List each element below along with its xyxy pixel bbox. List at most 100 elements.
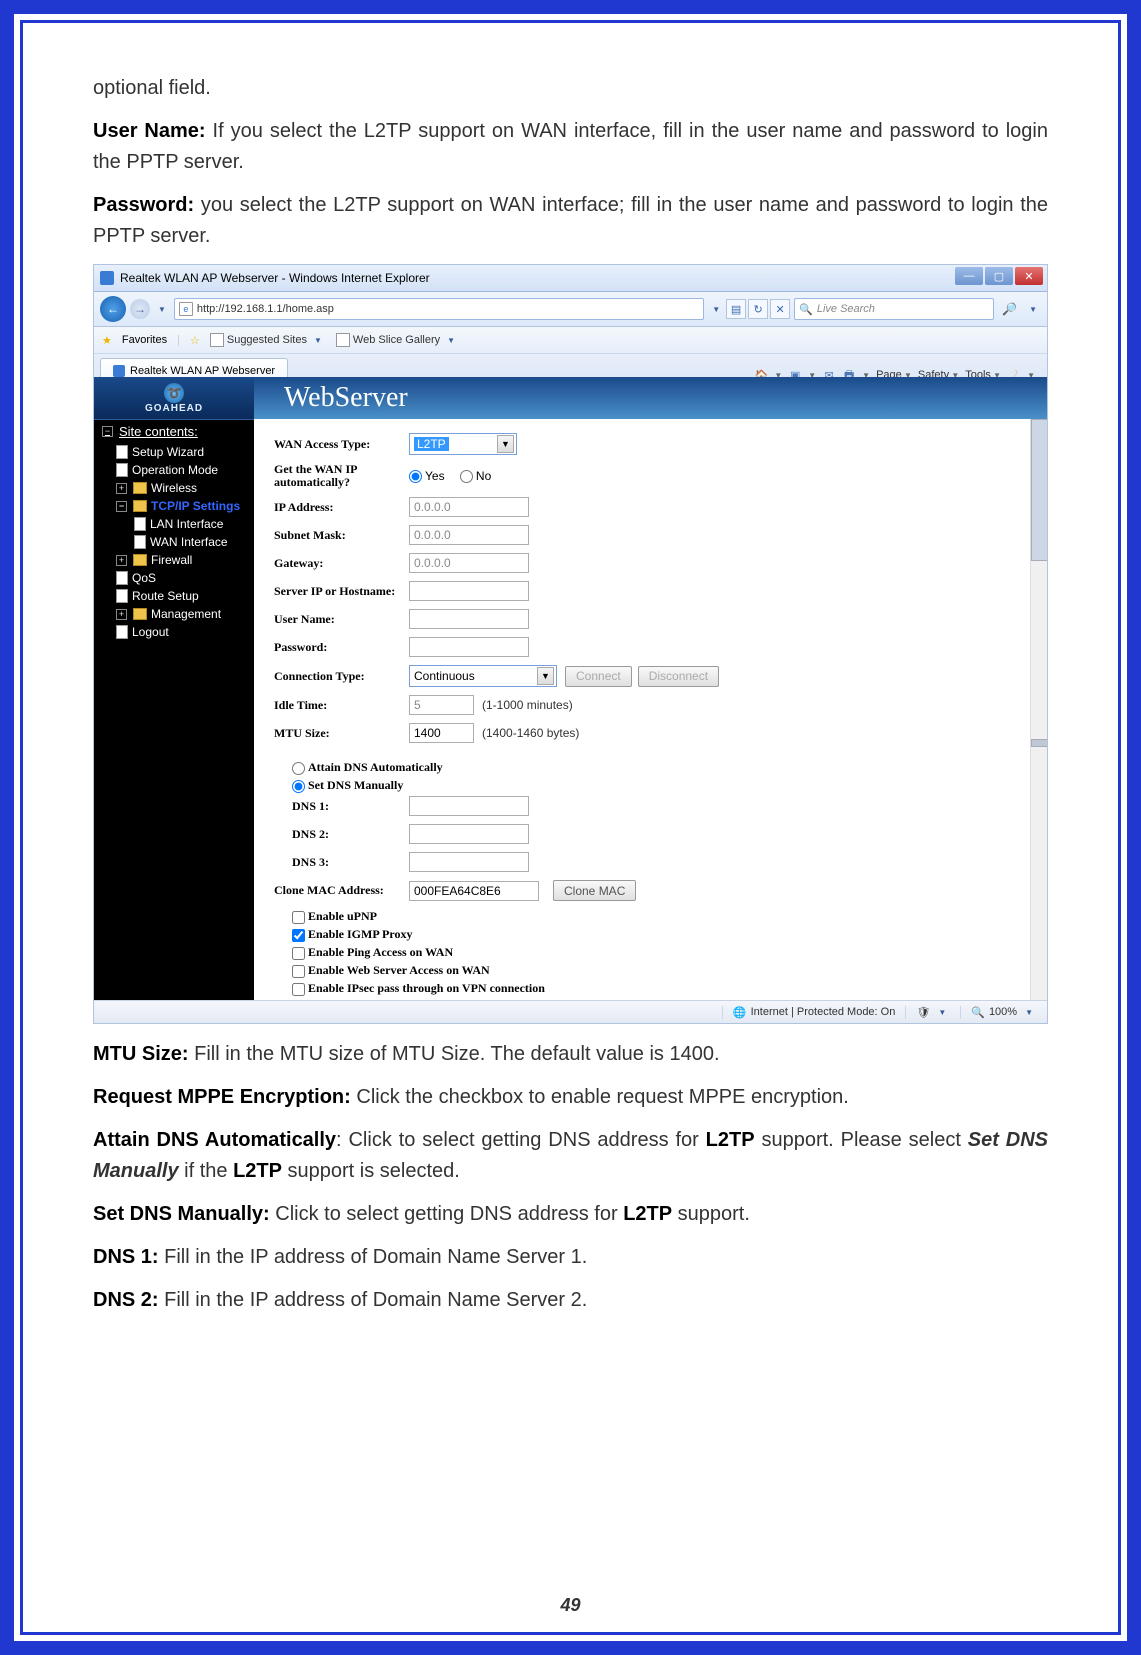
page-content: ➰ GOAHEAD − Site contents: Setup Wizard … bbox=[94, 377, 1047, 1001]
search-provider-dropdown[interactable]: ▼ bbox=[1025, 305, 1041, 314]
addr-dropdown[interactable]: ▼ bbox=[708, 305, 724, 314]
search-go-icon[interactable]: 🔎 bbox=[998, 302, 1021, 316]
address-bar: ← → ▼ e http://192.168.1.1/home.asp ▼ ▤ … bbox=[94, 292, 1047, 327]
dns3-input[interactable] bbox=[409, 852, 529, 872]
history-dropdown[interactable]: ▼ bbox=[154, 305, 170, 314]
clone-mac-button[interactable]: Clone MAC bbox=[553, 880, 636, 901]
sidebar-item-qos[interactable]: QoS bbox=[94, 569, 254, 587]
refresh-button[interactable]: ↻ bbox=[748, 299, 768, 319]
suggested-sites-link[interactable]: Suggested Sites ▼ bbox=[210, 333, 326, 347]
label: User Name: bbox=[274, 612, 409, 627]
stop-button[interactable]: ✕ bbox=[770, 299, 790, 319]
chk-ping[interactable]: Enable Ping Access on WAN bbox=[292, 945, 453, 959]
sidebar-item-wan[interactable]: WAN Interface bbox=[94, 533, 254, 551]
ip-address-input[interactable] bbox=[409, 497, 529, 517]
favorites-star-icon[interactable]: ★ bbox=[102, 334, 112, 347]
label: IP Address: bbox=[274, 500, 409, 515]
favorites-label[interactable]: Favorites bbox=[122, 334, 167, 346]
label: MTU Size: bbox=[274, 726, 409, 741]
sidebar-item-logout[interactable]: Logout bbox=[94, 623, 254, 641]
close-button[interactable]: ✕ bbox=[1015, 267, 1043, 285]
tree-toggle-icon[interactable]: + bbox=[116, 483, 127, 494]
radio-dns-auto[interactable]: Attain DNS Automatically bbox=[292, 760, 443, 774]
file-icon bbox=[116, 463, 128, 477]
sidebar-item-operation-mode[interactable]: Operation Mode bbox=[94, 461, 254, 479]
tab-favicon bbox=[113, 365, 125, 377]
minimize-button[interactable]: — bbox=[955, 267, 983, 285]
hint: (1400-1460 bytes) bbox=[482, 726, 579, 740]
password-input[interactable] bbox=[409, 637, 529, 657]
sidebar-item-lan[interactable]: LAN Interface bbox=[94, 515, 254, 533]
sidebar-item-management[interactable]: +Management bbox=[94, 605, 254, 623]
label: Gateway: bbox=[274, 556, 409, 571]
status-bar: 🌐 Internet | Protected Mode: On 🛡▼ 🔍 100… bbox=[94, 1000, 1047, 1023]
wan-access-type-select[interactable]: L2TP ▼ bbox=[409, 433, 517, 455]
file-icon bbox=[116, 625, 128, 639]
forward-button[interactable]: → bbox=[130, 299, 150, 319]
zoom-icon: 🔍 bbox=[971, 1006, 985, 1019]
label: Password: bbox=[274, 640, 409, 655]
radio-dns-manual[interactable]: Set DNS Manually bbox=[292, 778, 403, 792]
label-attain-dns: Attain DNS Automatically bbox=[93, 1129, 336, 1151]
label: Idle Time: bbox=[274, 698, 409, 713]
add-favorite-icon[interactable]: ☆ bbox=[190, 334, 200, 347]
radio-yes[interactable]: Yes bbox=[409, 469, 445, 483]
file-icon bbox=[116, 589, 128, 603]
text-bold: L2TP bbox=[706, 1129, 755, 1151]
connection-type-select[interactable]: Continuous ▼ bbox=[409, 665, 557, 687]
favorites-bar: ★ Favorites | ☆ Suggested Sites ▼ Web Sl… bbox=[94, 327, 1047, 354]
label: Clone MAC Address: bbox=[274, 883, 409, 898]
internet-zone[interactable]: 🌐 Internet | Protected Mode: On bbox=[722, 1006, 905, 1019]
tree-toggle-icon[interactable]: − bbox=[116, 501, 127, 512]
chk-webserver[interactable]: Enable Web Server Access on WAN bbox=[292, 963, 490, 977]
sidebar-item-wireless[interactable]: +Wireless bbox=[94, 479, 254, 497]
chk-ipsec[interactable]: Enable IPsec pass through on VPN connect… bbox=[292, 981, 545, 995]
protected-mode-toggle[interactable]: 🛡▼ bbox=[905, 1006, 960, 1019]
shield-icon: 🛡 bbox=[916, 1006, 930, 1019]
page-icon: e bbox=[179, 302, 193, 316]
chk-igmp[interactable]: Enable IGMP Proxy bbox=[292, 927, 412, 941]
idle-time-input[interactable] bbox=[409, 695, 474, 715]
scroll-thumb[interactable] bbox=[1031, 419, 1048, 561]
text: Fill in the IP address of Domain Name Se… bbox=[159, 1289, 588, 1311]
chk-upnp[interactable]: Enable uPNP bbox=[292, 909, 377, 923]
vertical-scrollbar[interactable] bbox=[1030, 419, 1047, 1001]
tree-toggle-icon[interactable]: + bbox=[116, 609, 127, 620]
mtu-input[interactable] bbox=[409, 723, 474, 743]
username-input[interactable] bbox=[409, 609, 529, 629]
tree-toggle-icon[interactable]: + bbox=[116, 555, 127, 566]
window-titlebar: Realtek WLAN AP Webserver - Windows Inte… bbox=[94, 265, 1047, 292]
zoom-control[interactable]: 🔍 100% ▼ bbox=[960, 1006, 1047, 1019]
folder-icon bbox=[133, 608, 147, 620]
page-icon bbox=[210, 333, 224, 347]
back-button[interactable]: ← bbox=[100, 296, 126, 322]
radio-no[interactable]: No bbox=[460, 469, 491, 483]
compat-button[interactable]: ▤ bbox=[726, 299, 746, 319]
file-icon bbox=[134, 517, 146, 531]
server-ip-input[interactable] bbox=[409, 581, 529, 601]
label: Get the WAN IP automatically? bbox=[274, 463, 409, 489]
web-slice-link[interactable]: Web Slice Gallery ▼ bbox=[336, 333, 459, 347]
page-number: 49 bbox=[23, 1595, 1118, 1616]
chevron-down-icon: ▼ bbox=[497, 435, 514, 453]
label: DNS 3: bbox=[292, 855, 409, 870]
disconnect-button[interactable]: Disconnect bbox=[638, 666, 719, 687]
search-field[interactable]: 🔍 Live Search bbox=[794, 298, 994, 320]
gateway-input[interactable] bbox=[409, 553, 529, 573]
label: Subnet Mask: bbox=[274, 528, 409, 543]
subnet-mask-input[interactable] bbox=[409, 525, 529, 545]
text: support. bbox=[672, 1203, 750, 1225]
connect-button[interactable]: Connect bbox=[565, 666, 632, 687]
url-field[interactable]: e http://192.168.1.1/home.asp bbox=[174, 298, 704, 320]
tree-toggle-icon[interactable]: − bbox=[102, 426, 113, 437]
sidebar-item-route[interactable]: Route Setup bbox=[94, 587, 254, 605]
dns1-input[interactable] bbox=[409, 796, 529, 816]
mac-input[interactable] bbox=[409, 881, 539, 901]
file-icon bbox=[116, 571, 128, 585]
text: Fill in the MTU size of MTU Size. The de… bbox=[189, 1043, 720, 1065]
sidebar-item-tcpip[interactable]: −TCP/IP Settings bbox=[94, 497, 254, 515]
sidebar-item-setup-wizard[interactable]: Setup Wizard bbox=[94, 443, 254, 461]
sidebar-item-firewall[interactable]: +Firewall bbox=[94, 551, 254, 569]
dns2-input[interactable] bbox=[409, 824, 529, 844]
maximize-button[interactable]: ▢ bbox=[985, 267, 1013, 285]
